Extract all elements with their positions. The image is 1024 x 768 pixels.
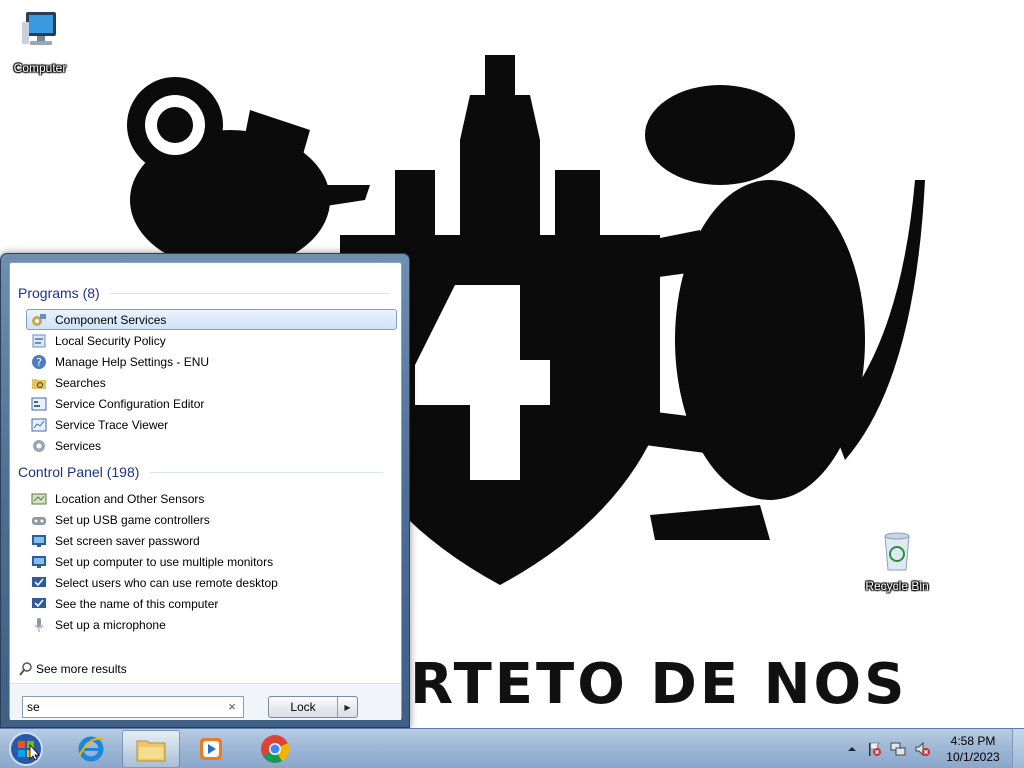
lock-button[interactable]: Lock [269, 697, 338, 717]
desktop-icon-recycle-bin[interactable]: Recycle Bin [857, 526, 937, 593]
monitors-icon [32, 555, 46, 568]
taskbar-media-player[interactable] [182, 730, 240, 768]
start-menu-results-pane: Programs (8) Component Services Local Se… [9, 262, 402, 720]
group-header-control-panel-label: Control Panel (198) [18, 464, 140, 480]
taskbar-chrome[interactable] [246, 730, 304, 768]
see-more-results-link[interactable]: See more results [18, 661, 127, 677]
computer-name-icon [32, 597, 46, 608]
searches-folder-icon [32, 378, 46, 389]
divider [149, 471, 384, 473]
network-icon[interactable] [890, 741, 906, 757]
action-center-flag-icon[interactable] [866, 741, 882, 757]
svg-text:?: ? [36, 356, 42, 369]
computer-icon [22, 12, 56, 45]
result-searches[interactable]: Searches [26, 372, 397, 393]
group-header-programs: Programs (8) [18, 285, 390, 301]
result-manage-help-settings[interactable]: ? Manage Help Settings - ENU [26, 351, 397, 372]
screen-saver-icon [32, 534, 46, 547]
group-header-control-panel: Control Panel (198) [18, 464, 384, 480]
game-controller-icon [32, 516, 46, 525]
volume-muted-icon[interactable] [914, 741, 930, 757]
result-multiple-monitors[interactable]: Set up computer to use multiple monitors [26, 551, 397, 572]
show-desktop-button[interactable] [1012, 729, 1024, 768]
power-split-button: Lock ▶ [268, 696, 358, 718]
folder-icon [136, 740, 166, 762]
component-services-icon [32, 313, 46, 326]
start-menu-bottom-bar: × Lock ▶ [10, 683, 401, 720]
media-player-icon [200, 738, 222, 760]
result-component-services[interactable]: Component Services [26, 309, 397, 330]
divider [109, 292, 390, 294]
chrome-icon [261, 735, 290, 763]
search-input[interactable] [27, 699, 217, 715]
result-service-trace-viewer[interactable]: Service Trace Viewer [26, 414, 397, 435]
clock-date: 10/1/2023 [946, 750, 1000, 764]
clock-time: 4:58 PM [950, 734, 996, 748]
help-settings-icon: ? [32, 354, 46, 369]
result-service-configuration-editor[interactable]: Service Configuration Editor [26, 393, 397, 414]
config-editor-icon [31, 397, 47, 410]
taskbar-internet-explorer[interactable] [62, 730, 120, 768]
result-remote-desktop-users[interactable]: Select users who can use remote desktop [26, 572, 397, 593]
sensors-icon [31, 493, 47, 504]
taskbar-windows-explorer[interactable] [122, 730, 180, 768]
result-microphone[interactable]: Set up a microphone [26, 614, 397, 635]
security-policy-icon [32, 334, 46, 347]
group-header-programs-label: Programs (8) [18, 285, 100, 301]
result-local-security-policy[interactable]: Local Security Policy [26, 330, 397, 351]
start-menu: Programs (8) Component Services Local Se… [0, 253, 410, 728]
result-screen-saver-password[interactable]: Set screen saver password [26, 530, 397, 551]
result-usb-game-controllers[interactable]: Set up USB game controllers [26, 509, 397, 530]
result-computer-name[interactable]: See the name of this computer [26, 593, 397, 614]
desktop-icon-label: Computer [13, 61, 67, 75]
trace-viewer-icon [31, 418, 47, 431]
recycle-bin-icon [884, 532, 910, 571]
search-box: × [22, 696, 244, 718]
system-clock[interactable]: 4:58 PM 10/1/2023 [940, 733, 1006, 765]
desktop-icon-computer[interactable]: Computer [0, 8, 80, 75]
see-more-results-label: See more results [36, 662, 127, 676]
remote-desktop-icon [32, 576, 46, 587]
power-options-arrow-icon[interactable]: ▶ [338, 697, 357, 717]
internet-explorer-icon [78, 736, 105, 762]
show-hidden-icons-arrow[interactable] [844, 741, 860, 757]
services-gear-icon [33, 439, 45, 452]
result-location-sensors[interactable]: Location and Other Sensors [26, 488, 397, 509]
microphone-icon [34, 617, 44, 632]
clear-search-icon[interactable]: × [225, 699, 239, 715]
result-services[interactable]: Services [26, 435, 397, 456]
taskbar: 4:58 PM 10/1/2023 [0, 728, 1024, 768]
search-icon [19, 662, 32, 676]
start-orb-icon[interactable] [6, 729, 46, 768]
wallpaper-caption: RTETO DE NOS [410, 652, 908, 717]
desktop-icon-label: Recycle Bin [865, 579, 929, 593]
